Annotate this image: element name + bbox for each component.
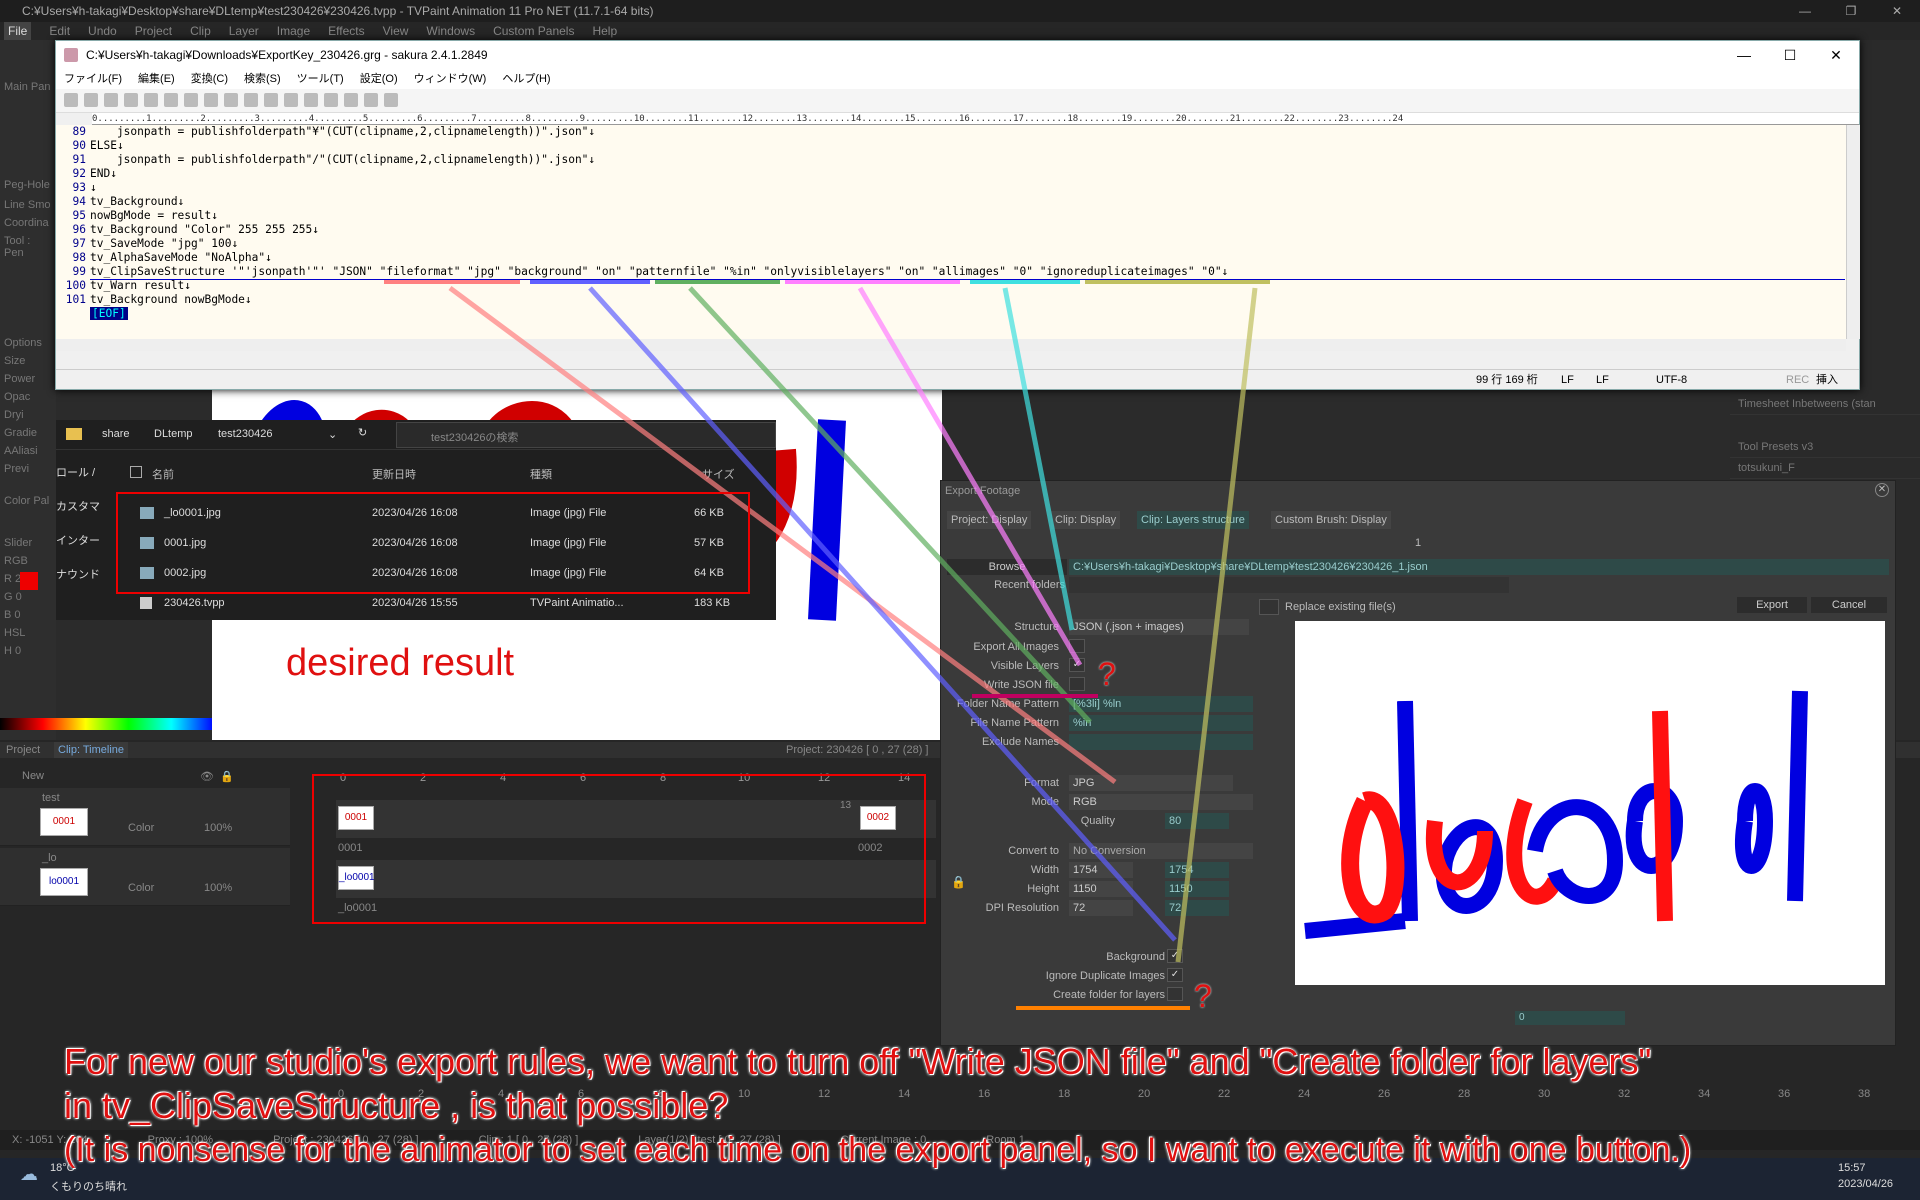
annotation-lines [384, 280, 1270, 1010]
annotation-question-mark: ? [1098, 656, 1116, 692]
highlight-box-timeline [312, 774, 926, 924]
annotation-question-mark: ? [1194, 978, 1212, 1014]
highlight-box-files [116, 492, 750, 594]
annotation-line: For new our studio's export rules, we wa… [64, 1041, 1652, 1082]
annotation-line: in tv_ClipSaveStructure , is that possib… [64, 1085, 729, 1126]
annotation-desired-result: desired result [286, 642, 515, 684]
annotation-question: For new our studio's export rules, we wa… [64, 1040, 1691, 1172]
annotation-line: (It is nonsense for the animator to set … [64, 1131, 1692, 1169]
